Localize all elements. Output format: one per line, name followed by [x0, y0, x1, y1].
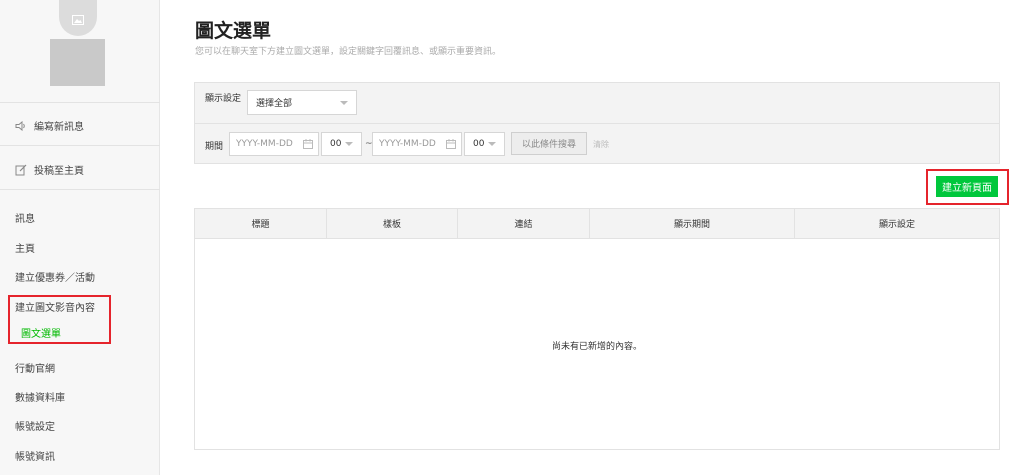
- column-header-display-setting[interactable]: 顯示設定: [795, 209, 999, 238]
- empty-state-message: 尚未有已新增的內容。: [551, 342, 642, 352]
- highlight-box: [926, 169, 1009, 205]
- post-to-home-label: 投稿至主頁: [34, 166, 84, 177]
- divider: [0, 145, 160, 146]
- chevron-down-icon: [340, 100, 348, 105]
- start-date-placeholder: YYYY-MM-DD: [236, 139, 293, 149]
- column-header-link[interactable]: 連結: [458, 209, 590, 238]
- start-hour-select[interactable]: 00: [321, 132, 362, 156]
- display-setting-value: 選擇全部: [256, 99, 293, 109]
- period-label: 期間: [205, 142, 224, 152]
- search-button[interactable]: 以此條件搜尋: [511, 132, 587, 155]
- end-hour-value: 00: [473, 139, 485, 149]
- chevron-down-icon: [488, 142, 496, 146]
- start-hour-value: 00: [330, 139, 342, 149]
- end-date-input[interactable]: YYYY-MM-DD: [372, 132, 462, 156]
- column-header-title[interactable]: 標題: [195, 209, 327, 238]
- page-subtitle: 您可以在聊天室下方建立圖文選單，設定關鍵字回覆訊息、或顯示重要資訊。: [195, 47, 502, 57]
- speaker-icon: [15, 120, 27, 132]
- end-hour-select[interactable]: 00: [464, 132, 505, 156]
- end-date-placeholder: YYYY-MM-DD: [379, 139, 436, 149]
- sidebar-item-account-info[interactable]: 帳號資訊: [15, 448, 55, 463]
- avatar[interactable]: [59, 0, 97, 36]
- calendar-icon: [446, 139, 456, 152]
- sidebar-item-mobile-site[interactable]: 行動官網: [15, 360, 55, 375]
- compose-message-label: 編寫新訊息: [34, 122, 84, 133]
- sidebar: 編寫新訊息 投稿至主頁 訊息 主頁 建立優惠券／活動 建立圖文影音內容 圖文選單…: [0, 0, 160, 475]
- sidebar-item-coupons[interactable]: 建立優惠券／活動: [15, 269, 95, 284]
- display-setting-select[interactable]: 選擇全部: [247, 90, 357, 115]
- rich-menu-table: 標題 樣板 連結 顯示期間 顯示設定 尚未有已新增的內容。: [194, 208, 1000, 450]
- compose-message-button[interactable]: 編寫新訊息: [15, 118, 84, 133]
- table-header: 標題 樣板 連結 顯示期間 顯示設定: [195, 209, 999, 239]
- divider: [195, 123, 999, 124]
- sidebar-item-messages[interactable]: 訊息: [15, 210, 35, 225]
- cover-image[interactable]: [50, 39, 105, 86]
- chevron-down-icon: [345, 142, 353, 146]
- highlight-box: [8, 295, 111, 344]
- divider: [0, 102, 160, 103]
- clear-link[interactable]: 清除: [593, 139, 609, 150]
- image-placeholder-icon: [72, 15, 84, 25]
- page-title: 圖文選單: [195, 20, 272, 42]
- column-header-display-period[interactable]: 顯示期間: [590, 209, 795, 238]
- post-to-home-button[interactable]: 投稿至主頁: [15, 162, 84, 177]
- divider: [0, 189, 160, 190]
- sidebar-item-home[interactable]: 主頁: [15, 240, 35, 255]
- sidebar-item-account-settings[interactable]: 帳號設定: [15, 418, 55, 433]
- calendar-icon: [303, 139, 313, 152]
- display-setting-label: 顯示設定: [205, 94, 242, 104]
- sidebar-item-database[interactable]: 數據資料庫: [15, 389, 65, 404]
- edit-icon: [15, 164, 27, 176]
- column-header-template[interactable]: 樣板: [327, 209, 458, 238]
- start-date-input[interactable]: YYYY-MM-DD: [229, 132, 319, 156]
